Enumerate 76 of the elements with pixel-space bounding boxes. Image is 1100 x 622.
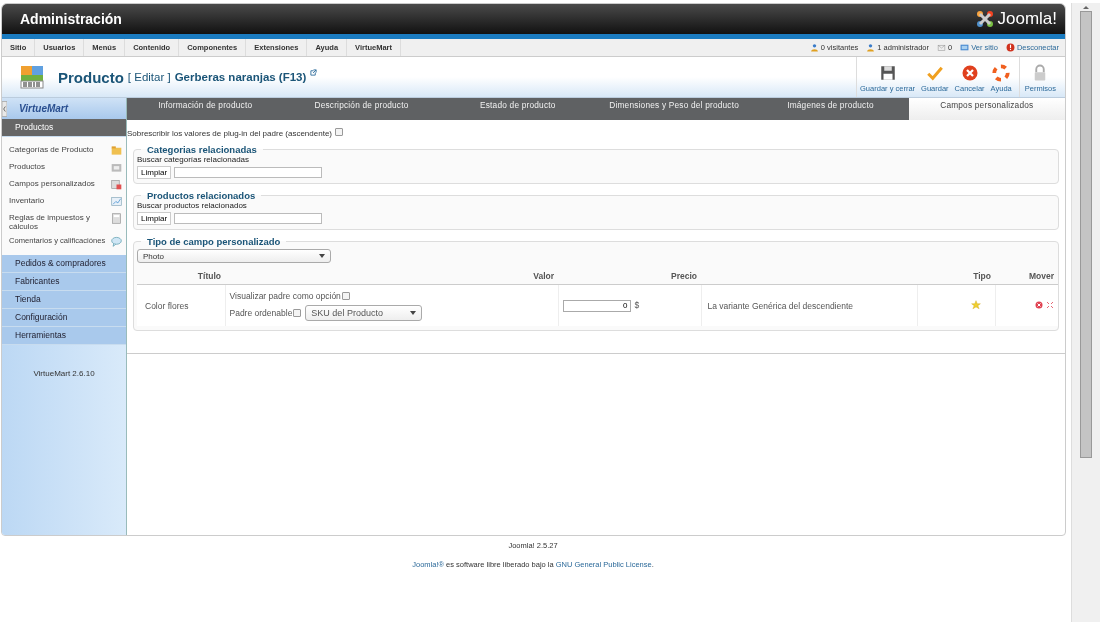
sidebar-section[interactable]: Fabricantes bbox=[2, 273, 126, 291]
external-link-icon[interactable] bbox=[310, 69, 318, 76]
sidebar-item[interactable]: Campos personalizados bbox=[9, 177, 122, 194]
checkbox[interactable] bbox=[335, 128, 343, 136]
alert-icon bbox=[1005, 43, 1015, 52]
header-title: Administración bbox=[20, 11, 122, 27]
checkbox[interactable] bbox=[293, 308, 302, 317]
check-icon bbox=[925, 64, 944, 82]
section-title: Tipo de campo personalizado bbox=[146, 236, 282, 247]
field-label: Buscar categorías relacionadas bbox=[137, 155, 251, 164]
field-label: Buscar productos relacionados bbox=[137, 201, 248, 210]
column-header: Tipo bbox=[917, 267, 995, 285]
option-label: Visualizar padre como opción bbox=[229, 290, 341, 301]
sidebar-item[interactable]: Productos bbox=[9, 160, 122, 177]
checkbox[interactable] bbox=[341, 291, 350, 300]
tab[interactable]: Descripción de producto bbox=[283, 98, 440, 120]
collapse-icon[interactable] bbox=[2, 100, 7, 117]
caret-icon bbox=[319, 254, 325, 258]
product-name: Gerberas naranjas (F13) bbox=[174, 71, 307, 83]
tab[interactable]: Dimensiones y Peso del producto bbox=[596, 98, 753, 120]
close-icon bbox=[960, 64, 979, 82]
user-icon bbox=[866, 43, 876, 52]
section-title: Categorias relacionadas bbox=[146, 144, 258, 155]
logo-icon bbox=[975, 9, 996, 29]
edit-label: [ Editar ] bbox=[127, 71, 171, 83]
move-icon bbox=[1046, 300, 1054, 309]
column-header: Valor bbox=[225, 267, 558, 285]
override-label: Sobrescribir los valores de plug-in del padre (ascendente) bbox=[127, 128, 332, 138]
section-title: Productos relacionados bbox=[146, 190, 257, 201]
search-field[interactable] bbox=[174, 213, 323, 224]
column-header: Título bbox=[137, 267, 225, 285]
calculator-icon bbox=[111, 213, 122, 224]
product-icon bbox=[18, 63, 46, 91]
users-icon bbox=[809, 43, 819, 52]
sidebar-section[interactable]: Herramientas bbox=[2, 327, 126, 345]
page-title: Producto bbox=[58, 68, 124, 86]
lifebuoy-icon bbox=[992, 64, 1011, 82]
tab[interactable]: Campos personalizados bbox=[908, 98, 1065, 120]
currency-label: $ bbox=[634, 300, 640, 310]
table-cell: La variante Genérica del descendiente bbox=[707, 300, 854, 311]
delete-icon bbox=[1035, 300, 1043, 309]
version-text: VirtueMart 2.6.10 bbox=[32, 369, 96, 378]
mail-icon bbox=[937, 43, 947, 52]
form-icon bbox=[111, 179, 122, 190]
tab[interactable]: Información de producto bbox=[127, 98, 284, 120]
save-icon bbox=[878, 64, 897, 82]
speech-bubble-icon bbox=[111, 236, 122, 247]
caret-icon bbox=[410, 310, 417, 315]
clear-button[interactable]: Limpiar bbox=[137, 166, 172, 179]
tab[interactable]: Estado de producto bbox=[439, 98, 596, 120]
logo-text: Joomla! bbox=[997, 9, 1057, 29]
clear-button[interactable]: Limpiar bbox=[137, 212, 172, 225]
tab[interactable]: Imágenes de producto bbox=[752, 98, 909, 120]
column-header: Precio bbox=[558, 267, 701, 285]
sidebar-item[interactable]: Inventario bbox=[9, 194, 122, 211]
column-header: Mover bbox=[995, 267, 1058, 285]
type-select[interactable]: Photo bbox=[137, 249, 331, 263]
sidebar-section[interactable]: Configuración bbox=[2, 309, 126, 327]
logo-text: VirtueMart bbox=[19, 103, 69, 114]
price-field[interactable]: 0 bbox=[562, 299, 631, 312]
box-icon bbox=[111, 162, 122, 173]
sidebar-section[interactable]: Pedidos & compradores bbox=[2, 255, 126, 273]
sidebar-section[interactable]: Productos bbox=[2, 119, 126, 137]
star-icon bbox=[971, 299, 981, 310]
search-field[interactable] bbox=[174, 167, 323, 178]
scrollbar[interactable] bbox=[1071, 3, 1100, 622]
chart-icon bbox=[111, 196, 122, 207]
option-label: Padre ordenable bbox=[229, 307, 293, 318]
monitor-icon bbox=[960, 43, 970, 52]
sidebar-section[interactable]: Tienda bbox=[2, 291, 126, 309]
scroll-thumb[interactable] bbox=[1080, 11, 1092, 458]
table-cell: Color flores bbox=[145, 300, 189, 311]
order-select[interactable]: SKU del Producto bbox=[305, 304, 423, 321]
sidebar-item[interactable]: Reglas de impuestos y cálculos bbox=[9, 211, 122, 234]
sidebar-item[interactable]: Categorías de Producto bbox=[9, 143, 122, 160]
folder-icon bbox=[111, 145, 122, 156]
